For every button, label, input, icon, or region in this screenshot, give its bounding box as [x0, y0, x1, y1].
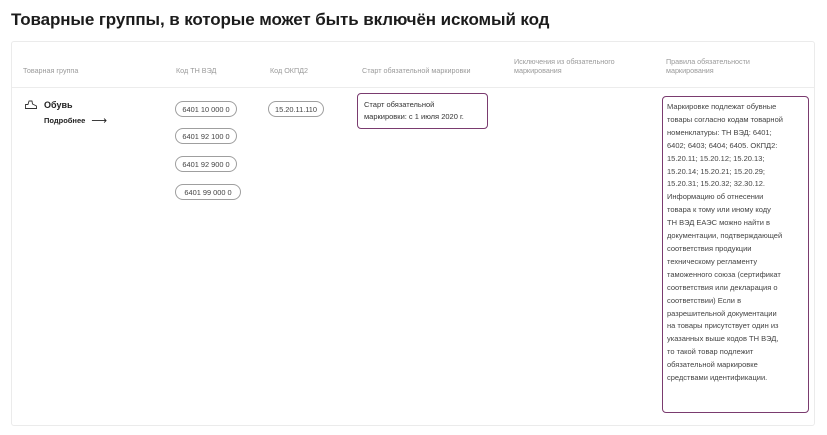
product-groups-table: Товарная группа Код ТН ВЭД Код ОКПД2 Ста… — [11, 41, 815, 426]
more-link[interactable]: Подробнее ⟶ — [44, 114, 108, 127]
header-okpd2: Код ОКПД2 — [270, 66, 309, 75]
rules-text-line: соответствия или декларация о — [667, 282, 778, 292]
rules-text-line: 15.20.14; 15.20.21; 15.20.29; — [667, 166, 766, 176]
rules-text-line: разрешительной документации — [667, 308, 777, 318]
rules-text-box: Маркировке подлежат обувные товары соглас… — [662, 96, 809, 413]
table-header: Товарная группа Код ТН ВЭД Код ОКПД2 Ста… — [12, 42, 814, 88]
rules-text-line: то такой товар подлежит — [667, 347, 754, 357]
header-group: Товарная группа — [23, 66, 79, 75]
rules-text-line: 15.20.31; 15.20.32; 32.30.12. — [667, 179, 766, 189]
rules-text-line: техническому регламенту — [667, 256, 758, 266]
tnved-code-badge: 6401 92 100 0 — [175, 128, 237, 144]
rules-text-line: указанных выше кодов ТН ВЭД, — [667, 334, 779, 344]
okpd2-code-badge: 15.20.11.110 — [268, 101, 324, 117]
more-link-label: Подробнее — [44, 116, 86, 125]
start-date-box: Старт обязательной маркировки: с 1 июля … — [357, 93, 488, 129]
rules-text-line: 6402; 6403; 6404; 6405. ОКПД2: — [667, 140, 778, 150]
tnved-code-badge: 6401 10 000 0 — [175, 101, 237, 117]
rules-text-line: товара к тому или иному коду — [667, 205, 771, 215]
rules-text-line: Маркировке подлежат обувные — [667, 102, 777, 111]
rules-text-line: соответствии) Если в — [667, 295, 742, 305]
shoe-icon — [25, 100, 37, 109]
page-title: Товарные группы, в которые может быть вк… — [11, 10, 550, 29]
rules-text-line: средствами идентификации. — [667, 373, 768, 383]
rules-text-line: соответствия продукции — [667, 243, 752, 253]
group-name: Обувь — [44, 100, 73, 110]
rules-text-line: обязательной маркировке — [667, 360, 758, 370]
arrow-right-icon: ⟶ — [91, 114, 108, 127]
header-rules: Правила обязательности маркирования — [666, 57, 750, 75]
header-exceptions: Исключения из обязательного маркирования — [514, 57, 615, 75]
rules-text-line: таможенного союза (сертификат — [667, 269, 781, 279]
rules-text-line: ТН ВЭД ЕАЭС можно найти в — [667, 218, 770, 228]
header-start: Старт обязательной маркировки — [362, 66, 471, 75]
rules-text-line: товары согласно кодам товарной — [667, 114, 783, 124]
tnved-code-badge: 6401 92 900 0 — [175, 156, 237, 172]
rules-text-line: Информацию об отнесении — [667, 192, 764, 202]
rules-text-line: 15.20.11; 15.20.12; 15.20.13; — [667, 153, 765, 163]
header-tnved: Код ТН ВЭД — [176, 66, 217, 75]
rules-text-line: на товары присутствует один из — [667, 321, 779, 331]
rules-text-line: документации, подтверждающей — [667, 231, 783, 241]
rules-text-line: номенклатуры: ТН ВЭД: 6401; — [667, 127, 772, 137]
tnved-code-badge: 6401 99 000 0 — [175, 184, 241, 200]
